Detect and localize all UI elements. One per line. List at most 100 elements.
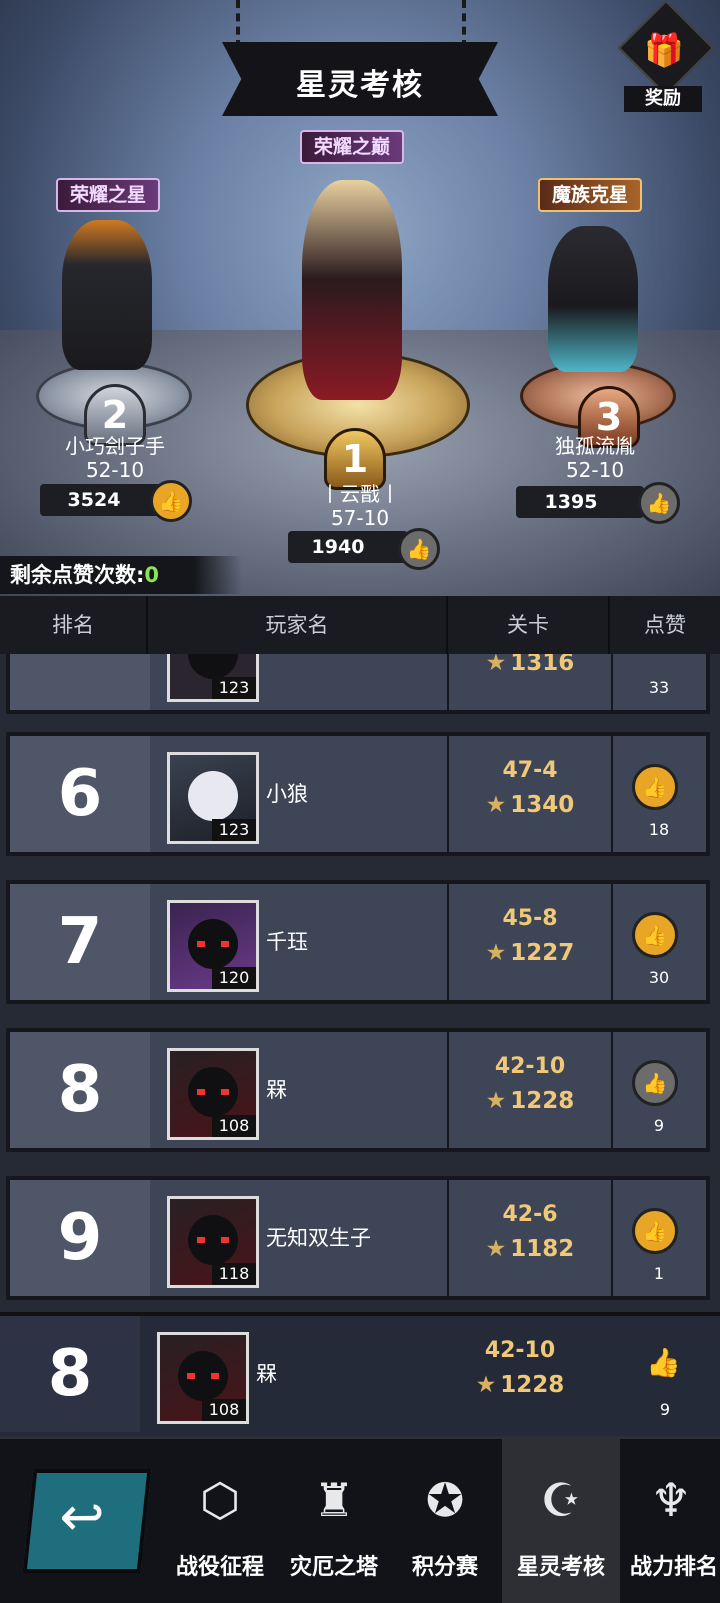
header-rank: 排名	[52, 613, 94, 637]
player-score-value: 1228	[500, 1372, 565, 1398]
player-level: 118	[212, 1263, 256, 1285]
header-player: 玩家名	[265, 613, 329, 637]
player-name[interactable]: 槑	[266, 1032, 287, 1148]
player-score: ★ 1227	[450, 940, 610, 966]
cell-divider	[611, 884, 613, 1000]
rank-cell	[10, 654, 150, 710]
third-like-button[interactable]: 👍	[638, 482, 680, 524]
second-player-stage: 52-10	[85, 458, 145, 482]
third-player-name: 独孤流胤	[555, 434, 635, 458]
cell-divider	[611, 1180, 613, 1296]
reward-label: 奖励	[624, 86, 702, 112]
cell-divider	[611, 736, 613, 852]
shield-icon: ⬡	[199, 1473, 241, 1527]
player-name[interactable]: 千珏	[266, 884, 308, 1000]
player-avatar[interactable]: 118	[167, 1196, 259, 1288]
second-like-button[interactable]: 👍	[150, 480, 192, 522]
rank-number: 8	[47, 1337, 93, 1411]
nav-campaign[interactable]: ⬡ 战役征程	[164, 1439, 276, 1603]
avatar-face	[188, 654, 238, 679]
nav-label: 战力排名	[630, 1555, 719, 1580]
player-stage: 42-10	[484, 1338, 556, 1363]
chain-left	[236, 0, 250, 48]
second-player-name: 小巧刽子手	[65, 434, 165, 458]
star-badge-icon: ✪	[425, 1473, 465, 1527]
rank-number: 6	[57, 757, 103, 831]
chain-right	[462, 0, 476, 48]
like-count: 9	[653, 1116, 665, 1135]
player-score-value: 1182	[510, 1236, 575, 1262]
table-row[interactable]: 8 108 槑 42-10 ★ 1228 👍 9	[6, 1028, 710, 1152]
nav-tower[interactable]: ♜ 灾厄之塔	[278, 1439, 390, 1603]
third-like-count: 1395	[544, 491, 598, 513]
nav-star-assessment[interactable]: ☪ 星灵考核	[502, 1439, 620, 1603]
nav-power-ranking[interactable]: ♆ 战力排名	[622, 1439, 720, 1603]
table-row[interactable]: 9 118 无知双生子 42-6 ★ 1182 👍 1	[6, 1176, 710, 1300]
player-score-value: 1227	[510, 940, 575, 966]
player-avatar[interactable]: 123	[167, 752, 259, 844]
podium-area: 星灵考核 🎁 奖励 荣耀之巅 1 丨云戬丨 57-10 1940 👍 荣耀之星 …	[0, 0, 720, 610]
reward-button[interactable]: 🎁 奖励	[617, 0, 715, 112]
table-row[interactable]: 7 120 千珏 45-8 ★ 1227 👍 30	[6, 880, 710, 1004]
third-player-stage: 52-10	[565, 458, 625, 482]
first-player-stage: 57-10	[330, 506, 390, 530]
second-like-bar: 3524	[40, 484, 166, 516]
player-level: 120	[212, 967, 256, 989]
like-button[interactable]: 👍	[632, 764, 678, 810]
like-count: 33	[648, 678, 670, 697]
first-character[interactable]	[302, 180, 402, 400]
like-count: 18	[648, 820, 670, 839]
avatar-face	[188, 771, 238, 821]
thumb-icon: 👍	[646, 1346, 681, 1379]
avatar-eyes	[197, 1089, 229, 1095]
star-icon: ★	[485, 1088, 507, 1114]
rank-number: 7	[57, 905, 103, 979]
player-stage: 45-8	[502, 906, 558, 931]
player-name[interactable]: 无知双生子	[266, 1180, 371, 1296]
like-button[interactable]: 👍	[632, 912, 678, 958]
back-button[interactable]: ↩	[20, 1459, 152, 1577]
rank-cell: 9	[10, 1180, 150, 1296]
second-character[interactable]	[62, 220, 152, 370]
rank-cell: 8	[0, 1316, 140, 1432]
player-avatar[interactable]: 120	[167, 900, 259, 992]
self-rank-row[interactable]: 8 108 槑 42-10 ★ 1228 👍 9	[0, 1312, 720, 1436]
player-score: ★ 1316	[450, 654, 610, 676]
nav-points-match[interactable]: ✪ 积分赛	[392, 1439, 498, 1603]
player-name[interactable]: 小狼	[266, 736, 308, 852]
like-count: 1	[653, 1264, 665, 1283]
remaining-likes: 剩余点赞次数:0	[0, 556, 242, 594]
avatar-eyes	[197, 941, 229, 947]
like-button[interactable]: 👍	[632, 1060, 678, 1106]
first-title-ribbon: 荣耀之巅	[300, 130, 405, 164]
player-stage: 42-10	[494, 1054, 566, 1079]
cell-divider	[447, 736, 449, 852]
power-icon: ♆	[650, 1473, 692, 1527]
player-avatar[interactable]: 123	[167, 654, 259, 702]
table-row[interactable]: 123 ★ 1316 33	[6, 654, 710, 714]
player-avatar[interactable]: 108	[167, 1048, 259, 1140]
player-avatar[interactable]: 108	[157, 1332, 249, 1424]
ranking-list[interactable]: 123 ★ 1316 33 6 123 小狼 47-4 ★ 1340 👍 18 7 …	[0, 654, 720, 1436]
cell-divider	[447, 1180, 449, 1296]
gift-icon: 🎁	[644, 31, 684, 69]
nav-label: 星灵考核	[516, 1555, 605, 1580]
first-like-button[interactable]: 👍	[398, 528, 440, 570]
like-button[interactable]: 👍	[632, 1208, 678, 1254]
second-like-count: 3524	[67, 489, 121, 511]
star-icon: ★	[475, 1372, 497, 1398]
like-count: 9	[659, 1400, 671, 1419]
player-score-value: 1340	[510, 792, 575, 818]
third-like-bar: 1395	[516, 486, 644, 518]
third-character[interactable]	[548, 226, 638, 372]
remaining-likes-label: 剩余点赞次数:	[10, 563, 145, 587]
star-icon: ★	[485, 1236, 507, 1262]
ranking-table-header: 排名 玩家名 关卡 点赞	[0, 596, 720, 657]
header-stage: 关卡	[507, 613, 549, 637]
star-icon: ★	[485, 792, 507, 818]
first-player-name: 丨云戬丨	[320, 482, 400, 506]
moon-star-icon: ☪	[540, 1473, 582, 1527]
table-row[interactable]: 6 123 小狼 47-4 ★ 1340 👍 18	[6, 732, 710, 856]
nav-label: 灾厄之塔	[289, 1555, 378, 1580]
rank-cell: 8	[10, 1032, 150, 1148]
